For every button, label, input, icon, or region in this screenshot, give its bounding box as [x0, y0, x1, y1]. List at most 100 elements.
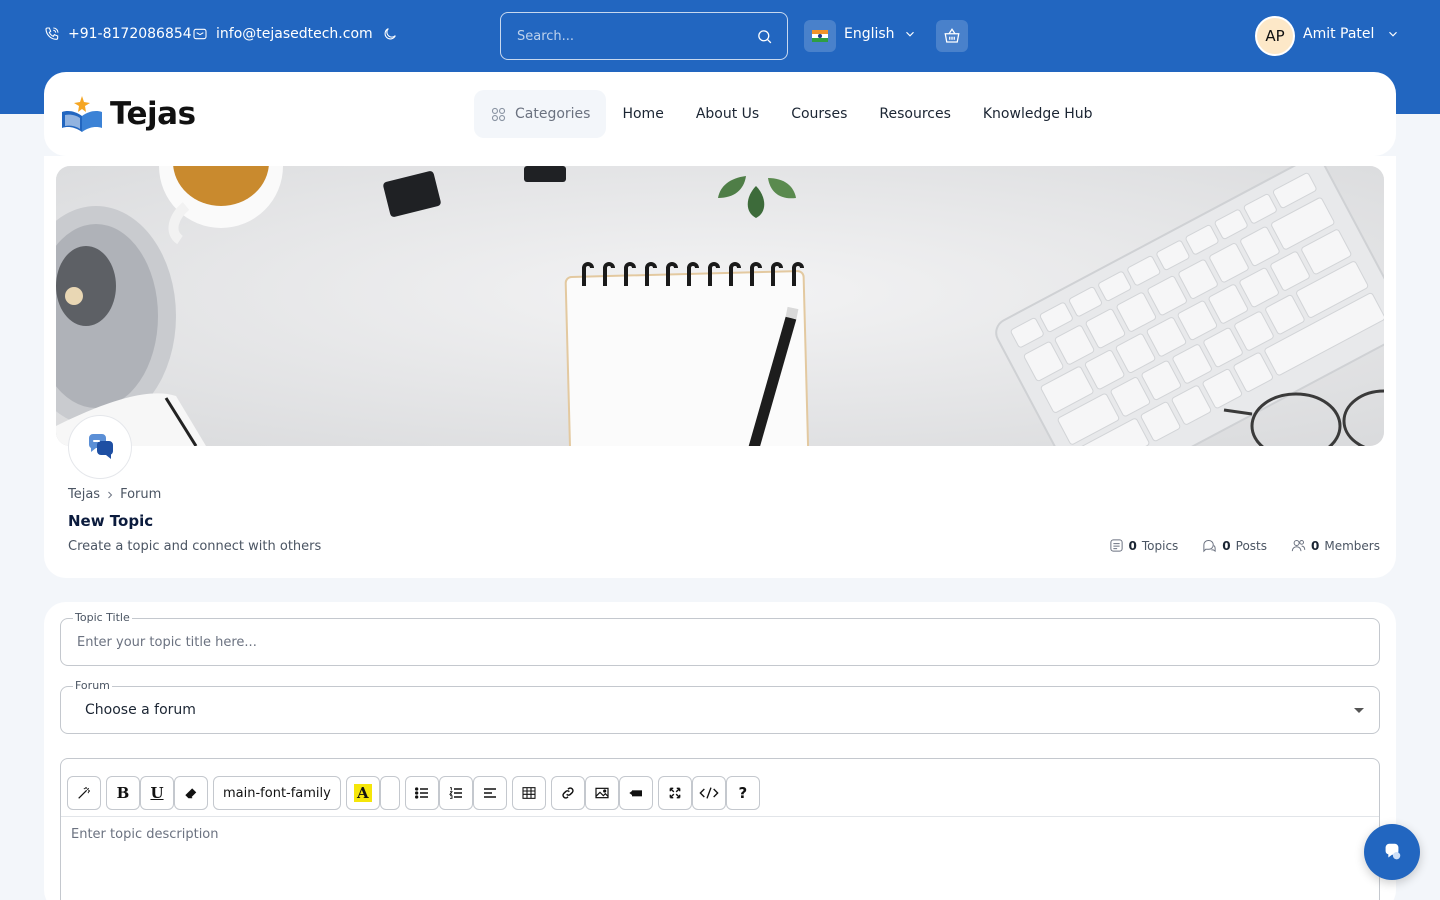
- mail-icon: [193, 28, 207, 40]
- book-logo-icon: [62, 96, 102, 132]
- document-icon: [1109, 539, 1123, 552]
- primary-nav: Categories Home About Us Courses Resourc…: [474, 90, 1093, 138]
- bold-icon: B: [116, 784, 130, 802]
- view-group: ?: [657, 776, 760, 810]
- basket-icon: [944, 28, 960, 43]
- chat-bubbles-icon: [88, 434, 114, 459]
- user-name: Amit Patel: [1303, 26, 1375, 42]
- email-contact[interactable]: info@tejasedtech.com: [192, 26, 373, 42]
- new-topic-form: Topic Title Forum Choose a forum B U mai…: [44, 602, 1396, 900]
- code-icon: [699, 787, 719, 799]
- language-flag[interactable]: [804, 20, 836, 52]
- topic-title-label: Topic Title: [73, 611, 132, 624]
- eraser-button[interactable]: [174, 776, 208, 810]
- link-icon: [562, 787, 574, 799]
- font-color-dropdown[interactable]: [379, 776, 400, 810]
- brand-name: Tejas: [110, 96, 196, 132]
- fullscreen-icon: [669, 787, 681, 799]
- categories-button[interactable]: Categories: [474, 90, 607, 138]
- top-bar: +91-8172086854 info@tejasedtech.com Engl…: [0, 0, 1440, 72]
- dropdown-caret-icon: [1354, 708, 1364, 713]
- align-button[interactable]: [472, 776, 507, 810]
- topic-title-field: Topic Title: [60, 611, 1380, 666]
- forum-avatar: [68, 415, 132, 479]
- categories-label: Categories: [515, 106, 591, 122]
- image-button[interactable]: [584, 776, 619, 810]
- text-style-group: B U: [106, 776, 208, 810]
- eraser-icon: [185, 788, 197, 799]
- members-label: Members: [1324, 538, 1380, 553]
- search-input[interactable]: [501, 13, 787, 59]
- chat-icon: [1203, 540, 1216, 553]
- topics-stat: 0 Topics: [1109, 538, 1179, 553]
- india-flag-icon: [812, 30, 828, 42]
- editor-toolbar: B U main-font-family A ?: [67, 776, 765, 810]
- font-color-button[interactable]: A: [345, 776, 380, 810]
- video-button[interactable]: [618, 776, 653, 810]
- grid-icon: [491, 107, 506, 121]
- language-selector[interactable]: English: [844, 26, 917, 42]
- breadcrumb: Tejas Forum: [68, 487, 161, 502]
- link-button[interactable]: [550, 776, 585, 810]
- bold-button[interactable]: B: [106, 776, 140, 810]
- topic-title-input[interactable]: [61, 619, 1379, 665]
- user-menu[interactable]: Amit Patel: [1303, 26, 1400, 42]
- description-input[interactable]: Enter topic description: [71, 827, 219, 842]
- insert-group: [550, 776, 653, 810]
- magic-wand-button[interactable]: [67, 776, 101, 810]
- align-left-icon: [483, 788, 496, 798]
- chevron-down-icon: [1389, 31, 1398, 37]
- numbered-list-button[interactable]: [438, 776, 473, 810]
- forum-header-card: Tejas Forum New Topic Create a topic and…: [44, 156, 1396, 578]
- code-view-button[interactable]: [691, 776, 726, 810]
- forum-stats: 0 Topics 0 Posts 0 Members: [1109, 538, 1380, 553]
- cart-button[interactable]: [936, 20, 968, 52]
- moon-icon: [384, 28, 396, 40]
- font-family-button[interactable]: main-font-family: [213, 776, 341, 810]
- posts-count: 0: [1222, 538, 1231, 553]
- posts-label: Posts: [1235, 538, 1268, 553]
- editor-divider: [61, 816, 1379, 817]
- nav-about-us[interactable]: About Us: [696, 106, 759, 122]
- phone-contact[interactable]: +91-8172086854: [44, 26, 192, 42]
- phone-icon: [45, 27, 59, 40]
- help-button[interactable]: ?: [725, 776, 760, 810]
- forum-select[interactable]: Forum Choose a forum: [60, 679, 1380, 734]
- chevron-right-icon: [108, 491, 113, 498]
- avatar[interactable]: AP: [1255, 16, 1295, 56]
- nav-home[interactable]: Home: [622, 106, 663, 122]
- phone-number: +91-8172086854: [68, 26, 192, 42]
- brand-logo[interactable]: Tejas: [60, 94, 196, 134]
- posts-stat: 0 Posts: [1202, 538, 1267, 553]
- image-icon: [595, 787, 609, 799]
- bullet-list-button[interactable]: [404, 776, 439, 810]
- users-icon: [1291, 540, 1306, 552]
- topics-label: Topics: [1141, 538, 1179, 553]
- underline-icon: U: [150, 784, 164, 802]
- email-address: info@tejasedtech.com: [216, 26, 373, 42]
- topics-count: 0: [1128, 538, 1137, 553]
- numbered-list-icon: [448, 787, 462, 799]
- breadcrumb-forum[interactable]: Forum: [120, 487, 161, 502]
- chat-fab-button[interactable]: [1364, 824, 1420, 880]
- nav-knowledge-hub[interactable]: Knowledge Hub: [983, 106, 1093, 122]
- breadcrumb-tejas[interactable]: Tejas: [68, 487, 100, 502]
- banner-image: [56, 166, 1384, 446]
- table-icon: [522, 787, 536, 799]
- language-label: English: [844, 26, 895, 42]
- forum-select-value: Choose a forum: [85, 702, 196, 718]
- text-color-icon: A: [354, 784, 372, 802]
- bullet-list-icon: [414, 787, 428, 799]
- chat-bubble-icon: [1385, 843, 1401, 860]
- search-icon[interactable]: [756, 28, 773, 45]
- fullscreen-button[interactable]: [657, 776, 692, 810]
- table-button[interactable]: [511, 776, 546, 810]
- description-editor: B U main-font-family A ? Enter topic des…: [60, 758, 1380, 900]
- theme-toggle[interactable]: [382, 26, 398, 42]
- search-box[interactable]: [500, 12, 788, 60]
- nav-courses[interactable]: Courses: [791, 106, 847, 122]
- nav-resources[interactable]: Resources: [879, 106, 951, 122]
- chevron-down-icon: [905, 31, 914, 37]
- underline-button[interactable]: U: [140, 776, 174, 810]
- main-navbar: Tejas Categories Home About Us Courses R…: [44, 72, 1396, 156]
